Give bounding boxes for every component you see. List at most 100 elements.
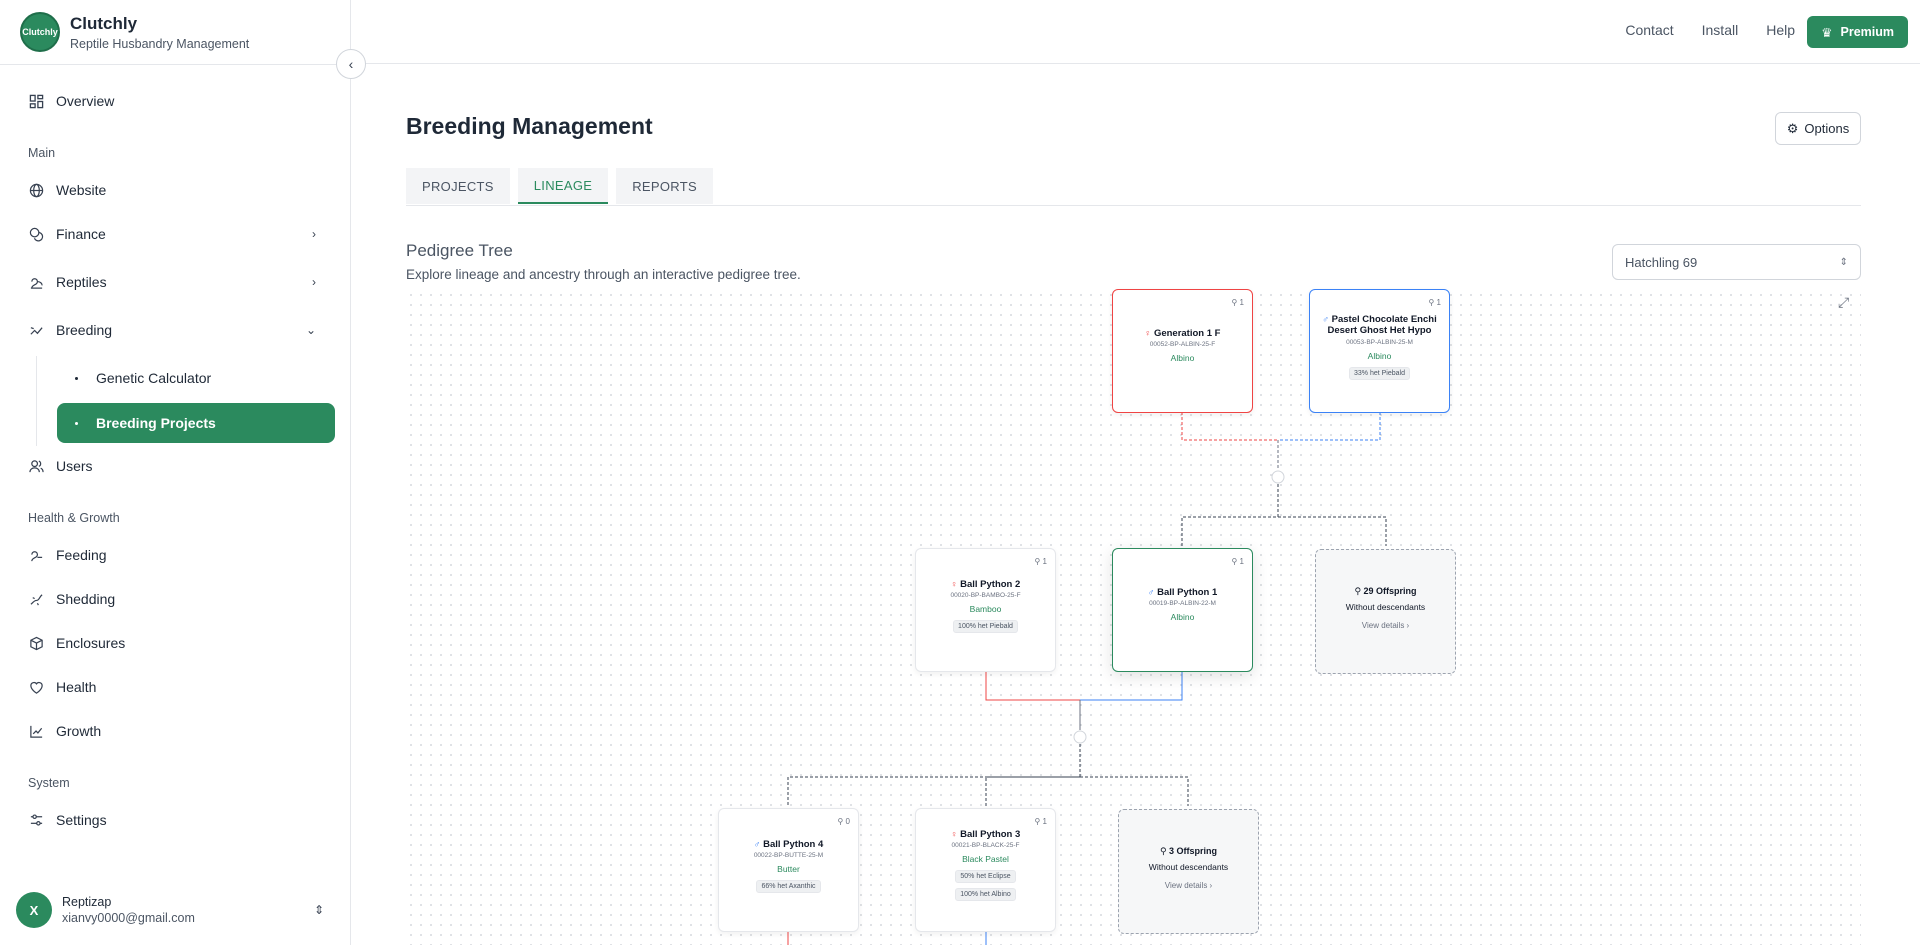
fullscreen-icon[interactable]: ⤢ [1838,294,1849,311]
node-name: ♂ Ball Python 1 [1113,587,1252,598]
pedigree-node-ball-python-2[interactable]: ⚲ 1 ♀ Ball Python 2 00020-BP-BAMBO-25-F … [915,548,1056,672]
user-menu[interactable]: X Reptizap xianvy0000@gmail.com ⇕ [16,892,334,928]
node-name-text: Ball Python 4 [763,839,824,850]
female-icon: ♀ [950,579,958,589]
view-details-link[interactable]: View details › [1119,881,1258,890]
user-email: xianvy0000@gmail.com [62,911,195,925]
view-details-link[interactable]: View details › [1316,621,1455,630]
heart-icon [28,679,44,695]
collapse-sidebar-button[interactable]: ‹ [336,49,366,79]
shedding-icon [28,591,44,607]
reptile-select[interactable]: Hatchling 69 ⇕ [1612,244,1861,280]
pedigree-node-generation-1-f[interactable]: ⚲ 1 ♀ Generation 1 F 00052-BP-ALBIN-25-F… [1112,289,1253,413]
sidebar-item-label: Health [56,679,97,695]
brand-logo: Clutchly [20,12,60,52]
chevron-right-icon: › [312,227,316,241]
tab-lineage[interactable]: LINEAGE [517,168,609,204]
pedigree-node-ball-python-1[interactable]: ⚲ 1 ♂ Ball Python 1 00019-BP-ALBIN-22-M … [1112,548,1253,672]
sidebar-item-breeding-projects[interactable]: Breeding Projects [57,403,335,443]
node-morph: Albino [1170,353,1195,364]
node-name: ♂ Ball Python 4 [719,839,858,850]
het-badge: 66% het Axanthic [756,880,821,894]
offspring-count-value: 1 [1042,557,1047,566]
male-icon: ♂ [753,839,761,849]
submenu-line [36,356,37,446]
tabs-divider [406,205,1861,206]
users-icon [28,458,44,474]
brand-subtitle: Reptile Husbandry Management [70,36,250,51]
brand-title: Clutchly [70,13,138,33]
install-link[interactable]: Install [1702,22,1739,38]
sidebar-item-reptiles[interactable]: Reptiles › [28,268,328,296]
node-id: 00022-BP-BUTTE-25-M [753,852,824,860]
gear-icon: ⚙ [1786,120,1799,136]
chevron-right-icon: › [312,275,316,289]
het-badge: 100% het Albino [955,888,1016,902]
section-label-health-growth: Health & Growth [28,511,120,525]
offspring-count: ⚲ 1 [1034,817,1047,826]
offspring-group-node[interactable]: ⚲ 29 Offspring Without descendants View … [1315,549,1456,674]
tab-projects[interactable]: PROJECTS [406,168,510,204]
offspring-group-node[interactable]: ⚲ 3 Offspring Without descendants View d… [1118,809,1259,934]
offspring-count-value: 1 [1436,298,1441,307]
sidebar-item-shedding[interactable]: Shedding [28,585,328,613]
top-nav: Contact Install Help [1625,22,1795,38]
sidebar-item-settings[interactable]: Settings [28,806,328,834]
offspring-title: ⚲ 3 Offspring [1159,846,1218,856]
het-badge: 50% het Eclipse [955,870,1016,884]
node-id: 00021-BP-BLACK-25-F [951,842,1020,850]
sidebar-item-website[interactable]: Website [28,176,328,204]
sidebar-item-growth[interactable]: Growth [28,717,328,745]
section-subtitle: Explore lineage and ancestry through an … [406,267,801,282]
node-id: 00020-BP-BAMBO-25-F [950,592,1021,600]
help-link[interactable]: Help [1766,22,1795,38]
sidebar-item-label: Users [56,458,93,474]
node-morph: Bamboo [969,604,1002,615]
dashboard-icon [28,93,44,109]
tab-reports[interactable]: REPORTS [616,168,713,204]
chevron-down-icon: ⌄ [305,323,316,337]
pedigree-node-ball-python-4[interactable]: ⚲ 0 ♂ Ball Python 4 00022-BP-BUTTE-25-M … [718,808,859,932]
sidebar-item-users[interactable]: Users [28,452,328,480]
sidebar-item-label: Overview [56,93,115,109]
pedigree-node-ball-python-3[interactable]: ⚲ 1 ♀ Ball Python 3 00021-BP-BLACK-25-F … [915,808,1056,932]
feeding-icon [28,547,44,563]
chevron-up-down-icon: ⇕ [313,903,324,917]
sidebar-item-label: Feeding [56,547,107,563]
offspring-title: ⚲ 29 Offspring [1354,586,1417,596]
sidebar-item-overview[interactable]: Overview [28,87,328,115]
premium-button[interactable]: ♛ Premium [1807,16,1908,48]
chevron-left-icon: ‹ [348,56,354,72]
offspring-count: ⚲ 1 [1428,298,1441,307]
reptile-select-value: Hatchling 69 [1625,254,1698,270]
sidebar-item-enclosures[interactable]: Enclosures [28,629,328,657]
sidebar-item-label: Breeding Projects [96,415,216,431]
globe-icon [28,182,44,198]
node-name-text: Ball Python 2 [960,579,1021,590]
bullet-icon [75,376,78,380]
contact-link[interactable]: Contact [1625,22,1673,38]
sidebar-item-breeding[interactable]: Breeding ⌄ [28,316,328,344]
brand[interactable]: Clutchly Clutchly Reptile Husbandry Mana… [20,12,249,52]
box-icon [28,635,44,651]
section-label-system: System [28,776,70,790]
sidebar-item-genetic-calculator[interactable]: Genetic Calculator [57,358,335,398]
brand-divider [0,64,351,65]
crown-icon: ♛ [1821,25,1833,40]
node-morph: Black Pastel [962,854,1009,865]
offspring-count: ⚲ 1 [1231,557,1244,566]
breeding-icon [28,322,44,338]
offspring-title-text: 3 Offspring [1169,846,1218,856]
view-details-label: View details [1361,621,1405,630]
sidebar-item-health[interactable]: Health [28,673,328,701]
pedigree-node-pastel-chocolate[interactable]: ⚲ 1 ♂ Pastel Chocolate Enchi Desert Ghos… [1309,289,1450,413]
coins-icon [28,226,44,242]
offspring-count-value: 1 [1239,298,1244,307]
sidebar-item-finance[interactable]: Finance › [28,220,328,248]
node-id: 00053-BP-ALBIN-25-M [1346,338,1413,346]
sidebar-item-feeding[interactable]: Feeding [28,541,328,569]
options-button[interactable]: ⚙ Options [1775,112,1861,145]
het-badge: 100% het Piebald [953,620,1018,634]
avatar: X [16,892,52,928]
page-title: Breeding Management [406,113,653,139]
